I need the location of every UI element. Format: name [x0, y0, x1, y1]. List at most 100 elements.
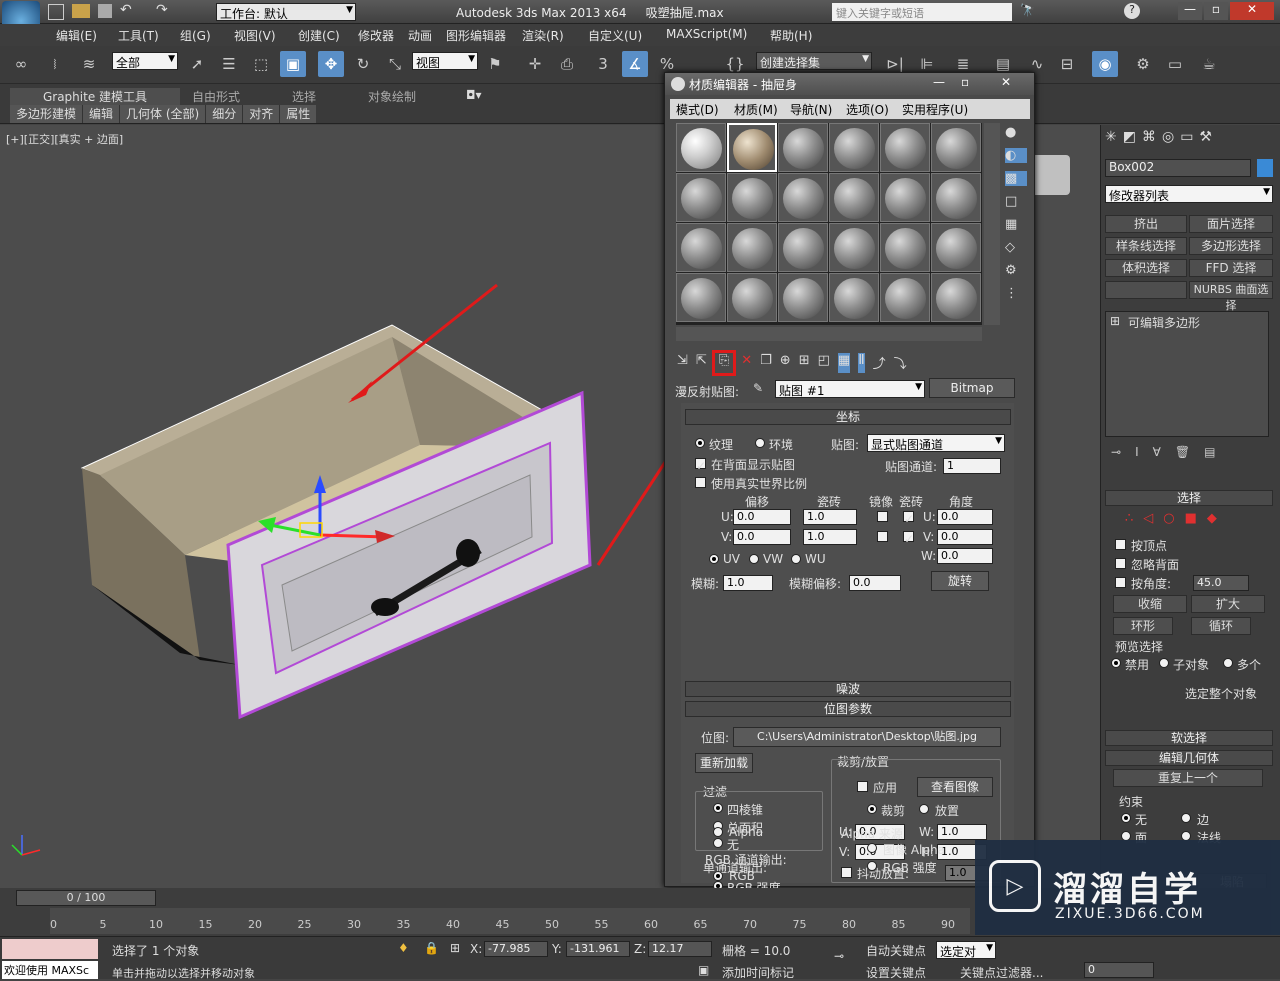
mat-menu-options[interactable]: 选项(O) — [846, 101, 889, 118]
video-color-check-icon[interactable]: ▦ — [1005, 217, 1027, 232]
object-name-field[interactable]: Box002 — [1105, 159, 1251, 177]
object-color-swatch[interactable] — [1257, 159, 1273, 177]
blur-spinner[interactable]: 1.0 — [723, 575, 773, 591]
help-icon[interactable]: ? — [1124, 3, 1140, 19]
mod-ffd-select-button[interactable]: FFD 选择 — [1189, 259, 1273, 277]
material-slot[interactable] — [931, 123, 981, 172]
rotate-button[interactable]: 旋转 — [931, 571, 989, 591]
by-angle-checkbox[interactable] — [1115, 577, 1126, 588]
render-setup-icon[interactable]: ⚙ — [1130, 51, 1156, 77]
select-by-material-icon[interactable]: ⋮ — [1005, 286, 1027, 301]
reset-map-icon[interactable]: ✕ — [741, 353, 752, 373]
vertex-level-icon[interactable]: ∴ — [1125, 511, 1133, 526]
rect-select-region-icon[interactable]: ⬚ — [248, 51, 274, 77]
window-crossing-icon[interactable]: ▣ — [280, 51, 306, 77]
create-tab-icon[interactable]: ✳ — [1105, 129, 1117, 151]
bind-space-warp-icon[interactable]: ≋ — [76, 51, 102, 77]
gizmo-x-axis[interactable] — [319, 533, 386, 539]
material-slot[interactable] — [676, 173, 726, 222]
stack-item-editable-poly[interactable]: 可编辑多边形 — [1128, 314, 1200, 331]
ribbon-tab-selection[interactable]: 选择 — [292, 88, 316, 105]
maxscript-listener-mini[interactable] — [2, 939, 98, 959]
track-bar[interactable]: 0 5 10 15 20 25 30 35 40 45 50 55 60 65 70 75 80 85 90 — [50, 908, 970, 934]
search-icon[interactable]: 🔭 — [1020, 3, 1035, 17]
material-slot[interactable] — [931, 273, 981, 322]
manipulate-icon[interactable]: ✛ — [522, 51, 548, 77]
material-slot[interactable] — [676, 223, 726, 272]
shrink-button[interactable]: 收缩 — [1113, 595, 1187, 613]
subtab-align[interactable]: 对齐 — [243, 105, 281, 123]
remove-modifier-icon[interactable]: 🗑 — [1175, 445, 1190, 459]
mod-nurbs-select-button[interactable]: NURBS 曲面选择 — [1189, 281, 1273, 312]
material-id-icon[interactable]: ◰ — [818, 353, 830, 373]
w-angle-spinner[interactable]: 0.0 — [937, 548, 993, 564]
angle-spinner[interactable]: 45.0 — [1193, 575, 1249, 591]
select-whole-element-label[interactable]: 选定整个对象 — [1185, 685, 1257, 702]
u-tiling-spinner[interactable]: 1.0 — [803, 509, 857, 525]
modifier-list-dropdown[interactable]: 修改器列表 — [1105, 185, 1273, 203]
mod-extrude-button[interactable]: 挤出 — [1105, 215, 1187, 233]
material-slot[interactable] — [676, 273, 726, 322]
stack-expand-icon[interactable]: ⊞ — [1110, 314, 1120, 328]
sample-uv-tiling-icon[interactable]: □ — [1005, 194, 1027, 209]
uv-radio[interactable] — [709, 554, 719, 564]
ribbon-tab-freeform[interactable]: 自由形式 — [192, 88, 240, 105]
show-map-icon[interactable]: ▦ — [837, 353, 851, 373]
menu-tools[interactable]: 工具(T) — [118, 27, 159, 44]
slots-scrollbar[interactable] — [984, 123, 1000, 325]
material-slot[interactable] — [778, 173, 828, 222]
bitmap-path-button[interactable]: C:\Users\Administrator\Desktop\贴图.jpg — [733, 727, 1001, 747]
display-tab-icon[interactable]: ▭ — [1180, 129, 1193, 151]
element-level-icon[interactable]: ◆ — [1207, 511, 1217, 526]
ribbon-tab-object-paint[interactable]: 对象绘制 — [368, 88, 416, 105]
menu-group[interactable]: 组(G) — [180, 27, 211, 44]
v-tiling-spinner[interactable]: 1.0 — [803, 529, 857, 545]
quick-access-save-icon[interactable] — [98, 4, 112, 18]
selected-dropdown[interactable]: 选定对 — [936, 941, 996, 959]
configure-sets-icon[interactable]: ▤ — [1204, 445, 1215, 459]
menu-edit[interactable]: 编辑(E) — [56, 27, 97, 44]
show-end-result-icon[interactable]: Ⅰ — [1135, 445, 1139, 459]
put-to-library-icon[interactable]: ⊞ — [799, 353, 810, 373]
make-unique-mat-icon[interactable]: ⊕ — [780, 353, 791, 373]
modifier-stack[interactable]: ⊞ 可编辑多边形 — [1105, 311, 1269, 437]
menu-views[interactable]: 视图(V) — [234, 27, 276, 44]
material-slot[interactable] — [931, 223, 981, 272]
material-slot[interactable] — [880, 123, 930, 172]
render-production-icon[interactable]: ☕ — [1196, 51, 1222, 77]
search-box[interactable]: 键入关键字或短语 — [832, 3, 1012, 21]
preview-subobj-radio[interactable] — [1159, 658, 1169, 668]
subtab-poly-modeling[interactable]: 多边形建模 — [10, 105, 84, 123]
viewcube[interactable] — [1030, 155, 1070, 195]
select-object-icon[interactable]: ➚ — [184, 51, 210, 77]
constraint-edge-radio[interactable] — [1181, 813, 1191, 823]
menu-maxscript[interactable]: MAXScript(M) — [666, 27, 747, 41]
mat-menu-utilities[interactable]: 实用程序(U) — [902, 101, 968, 118]
key-filters-button[interactable]: 关键点过滤器... — [960, 964, 1043, 981]
ribbon-tab-graphite[interactable]: Graphite 建模工具 — [10, 88, 180, 105]
z-coordinate[interactable]: 12.17 — [648, 941, 712, 957]
material-slot[interactable] — [880, 173, 930, 222]
place-radio[interactable] — [919, 804, 929, 814]
preview-multi-radio[interactable] — [1223, 658, 1233, 668]
preview-disabled-radio[interactable] — [1111, 658, 1121, 668]
edge-level-icon[interactable]: ◁ — [1143, 511, 1153, 526]
menu-create[interactable]: 创建(C) — [298, 27, 340, 44]
background-icon[interactable]: ▩ — [1005, 171, 1027, 186]
select-and-rotate-icon[interactable]: ↻ — [350, 51, 376, 77]
blur-offset-spinner[interactable]: 0.0 — [849, 575, 901, 591]
keyboard-shortcut-icon[interactable]: ⎙ — [554, 51, 580, 77]
menu-graph-editors[interactable]: 图形编辑器 — [446, 27, 506, 44]
material-slot[interactable] — [829, 223, 879, 272]
material-slot[interactable] — [829, 123, 879, 172]
sample-type-icon[interactable]: ● — [1005, 125, 1027, 140]
material-slot[interactable] — [727, 223, 777, 272]
current-frame-field[interactable]: 0 — [1084, 962, 1154, 978]
make-copy-icon[interactable]: ❐ — [760, 353, 772, 373]
crop-radio[interactable] — [867, 804, 877, 814]
backlight-icon[interactable]: ◐ — [1005, 148, 1027, 163]
time-slider[interactable]: 0 / 100 — [16, 890, 156, 906]
material-slot[interactable] — [727, 173, 777, 222]
mat-menu-navigation[interactable]: 导航(N) — [790, 101, 832, 118]
absolute-mode-icon[interactable]: ⊞ — [450, 941, 460, 955]
